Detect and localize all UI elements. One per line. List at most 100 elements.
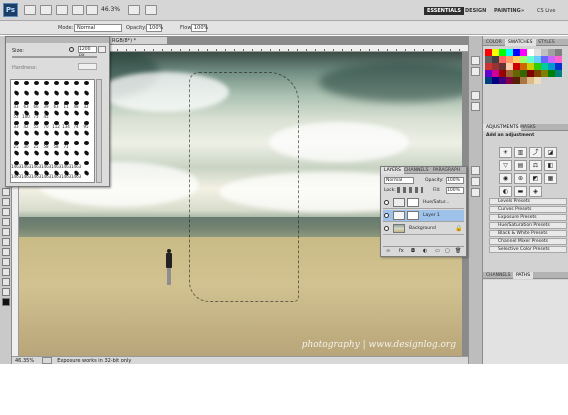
layer-row-hue-saturation[interactable]: Hue/Satur... — [383, 197, 464, 209]
brush-preset[interactable]: 1463 — [21, 170, 31, 180]
eraser-tool-icon[interactable] — [2, 288, 10, 296]
color-swatch[interactable] — [555, 63, 562, 70]
color-swatch[interactable] — [548, 56, 555, 63]
brush-preset[interactable] — [71, 110, 81, 120]
document-tab[interactable]: RGB/8*) * — [108, 36, 168, 45]
brightness-contrast-icon[interactable]: ☀ — [499, 147, 512, 158]
color-swatch[interactable] — [485, 56, 492, 63]
new-group-icon[interactable]: ▭ — [435, 248, 440, 254]
brush-preset[interactable] — [71, 90, 81, 100]
opacity-field[interactable]: 100% — [146, 24, 163, 32]
gradient-map-icon[interactable]: ▬ — [514, 186, 527, 197]
brush-preset[interactable]: 63 — [51, 100, 61, 110]
visibility-eye-icon[interactable] — [384, 226, 389, 231]
color-swatch[interactable] — [541, 63, 548, 70]
brush-preset[interactable]: 11 — [61, 100, 71, 110]
brush-preset[interactable] — [21, 90, 31, 100]
threshold-icon[interactable]: ◐ — [499, 186, 512, 197]
color-swatch[interactable] — [527, 70, 534, 77]
brush-preset[interactable] — [31, 80, 41, 90]
move-tool-icon[interactable] — [2, 188, 10, 196]
brush-preset[interactable]: 66 — [31, 100, 41, 110]
clone-stamp-tool-icon[interactable] — [2, 268, 10, 276]
levels-icon[interactable]: ▥ — [514, 147, 527, 158]
color-swatch[interactable] — [534, 63, 541, 70]
lock-icons[interactable] — [397, 187, 423, 193]
color-swatch[interactable] — [520, 77, 527, 84]
brush-preset[interactable]: 33 — [11, 100, 21, 110]
brush-preset[interactable]: 1463 — [71, 170, 81, 180]
color-swatch[interactable] — [499, 77, 506, 84]
bridge-icon[interactable] — [24, 5, 36, 15]
posterize-icon[interactable]: ▦ — [544, 173, 557, 184]
tab-color[interactable]: COLOR — [483, 39, 505, 46]
brush-preset[interactable] — [41, 150, 51, 160]
brush-preset[interactable] — [11, 80, 21, 90]
adjustment-preset-item[interactable]: Levels Presets — [489, 198, 567, 205]
brush-preset[interactable] — [81, 130, 91, 140]
fill-field[interactable]: 100% — [446, 187, 464, 194]
brush-preset[interactable]: 95 — [81, 120, 91, 130]
brush-preset[interactable] — [31, 130, 41, 140]
brush-preset[interactable]: 1463 — [51, 160, 61, 170]
color-swatch[interactable] — [506, 49, 513, 56]
color-swatch[interactable] — [492, 49, 499, 56]
tab-swatches[interactable]: SWATCHES — [505, 39, 536, 46]
brush-preset[interactable]: 1463 — [61, 170, 71, 180]
brush-preset[interactable]: 25 — [11, 140, 21, 150]
color-swatch[interactable] — [520, 70, 527, 77]
adjustment-preset-item[interactable]: Selective Color Presets — [489, 246, 567, 253]
horizontal-ruler[interactable] — [108, 45, 468, 52]
zoom-level[interactable]: 46.3% — [101, 5, 125, 15]
screen-mode-icon[interactable] — [145, 5, 157, 15]
hardness-field[interactable] — [78, 63, 97, 70]
brush-preset[interactable] — [81, 170, 91, 180]
brush-preset[interactable] — [21, 80, 31, 90]
brush-preset[interactable] — [61, 90, 71, 100]
color-swatch[interactable] — [534, 49, 541, 56]
color-swatch[interactable] — [513, 49, 520, 56]
brush-preset[interactable]: 58 — [51, 140, 61, 150]
brush-preset[interactable]: 71 — [61, 140, 71, 150]
selective-color-icon[interactable]: ◈ — [529, 186, 542, 197]
brush-preset[interactable] — [51, 110, 61, 120]
healing-brush-tool-icon[interactable] — [2, 248, 10, 256]
brush-preset[interactable] — [81, 150, 91, 160]
color-swatch[interactable] — [555, 70, 562, 77]
color-swatch[interactable] — [520, 49, 527, 56]
color-swatch[interactable] — [492, 63, 499, 70]
color-swatch[interactable] — [534, 77, 541, 84]
brush-preset[interactable]: 55 — [11, 110, 21, 120]
brush-preset[interactable]: 1463 — [41, 170, 51, 180]
color-swatch[interactable] — [506, 63, 513, 70]
brush-preset[interactable] — [81, 90, 91, 100]
brush-preset[interactable]: 1463 — [61, 160, 71, 170]
brush-preset[interactable]: 1463 — [41, 160, 51, 170]
brush-preset[interactable] — [41, 90, 51, 100]
tab-channels[interactable]: CHANNELS — [401, 167, 432, 174]
color-swatch[interactable] — [485, 49, 492, 56]
history-brush-tool-icon[interactable] — [2, 278, 10, 286]
channel-mixer-icon[interactable]: ⊛ — [514, 173, 527, 184]
clone-source-panel-icon[interactable] — [471, 166, 480, 175]
brush-preset[interactable]: 1463 — [11, 170, 21, 180]
brush-preset[interactable] — [61, 150, 71, 160]
brush-preset[interactable] — [61, 80, 71, 90]
color-swatch[interactable] — [492, 56, 499, 63]
status-zoom[interactable]: 46.35% — [12, 358, 34, 364]
workspace-design[interactable]: DESIGN — [462, 7, 489, 15]
brush-preset[interactable] — [21, 150, 31, 160]
color-swatch[interactable] — [541, 49, 548, 56]
tab-adjustments[interactable]: ADJUSTMENTS — [483, 124, 522, 131]
tab-paths[interactable]: PATHS — [513, 272, 534, 279]
layer-row-background[interactable]: Background 🔒 — [383, 223, 464, 235]
hue-saturation-icon[interactable]: ▤ — [514, 160, 527, 171]
brush-preset[interactable]: 75 — [31, 110, 41, 120]
tab-paragraph[interactable]: PARAGRAPH — [430, 167, 463, 174]
brush-preset[interactable]: 1463 — [31, 170, 41, 180]
lasso-tool-icon[interactable] — [2, 208, 10, 216]
size-slider[interactable] — [12, 56, 97, 58]
eyedropper-tool-icon[interactable] — [2, 238, 10, 246]
adjustment-preset-item[interactable]: Curves Presets — [489, 206, 567, 213]
brush-preset[interactable] — [31, 150, 41, 160]
